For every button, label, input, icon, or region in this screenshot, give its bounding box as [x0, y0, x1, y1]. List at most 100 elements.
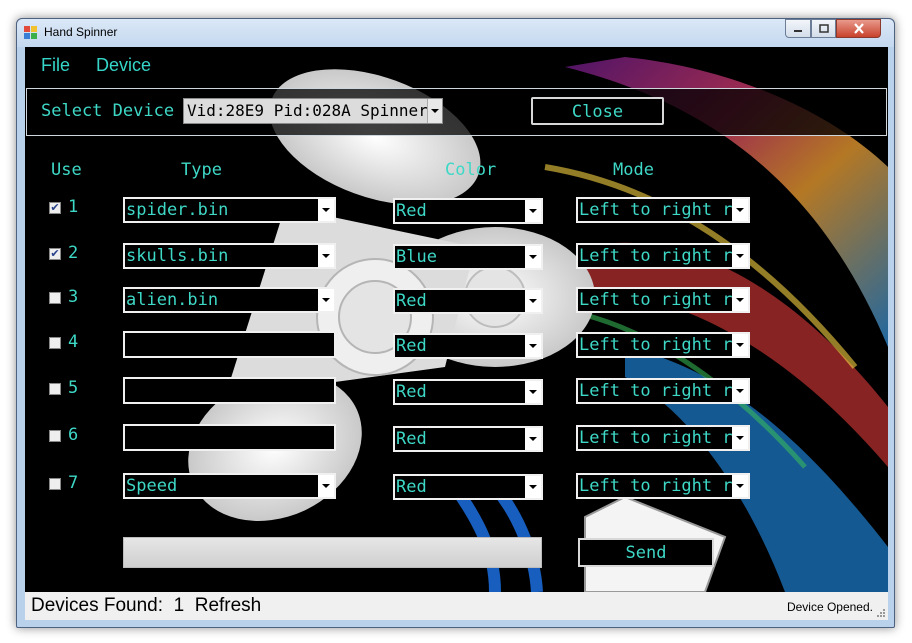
chevron-down-icon: [525, 290, 541, 312]
header-color: Color: [445, 160, 497, 180]
window-title: Hand Spinner: [44, 25, 118, 39]
type-value: alien.bin: [126, 290, 219, 310]
chevron-down-icon: [318, 289, 334, 311]
color-select[interactable]: Red: [393, 288, 543, 314]
select-device-label: Select Device: [41, 101, 175, 121]
use-checkbox[interactable]: ✔: [49, 202, 61, 214]
resize-grip-icon[interactable]: [876, 608, 886, 618]
color-value: Red: [396, 429, 427, 449]
chevron-down-icon: [525, 381, 541, 403]
mode-value: Left to right r: [579, 246, 733, 266]
type-input[interactable]: [123, 424, 336, 451]
color-select[interactable]: Red: [393, 426, 543, 452]
device-status-text: Device Opened.: [786, 600, 873, 614]
chevron-down-icon: [427, 99, 442, 123]
type-input[interactable]: [123, 331, 336, 358]
type-input[interactable]: [123, 377, 336, 404]
chevron-down-icon: [732, 245, 748, 267]
color-value: Red: [396, 201, 427, 221]
close-icon: [853, 23, 864, 34]
chevron-down-icon: [732, 427, 748, 449]
devices-found-label: Devices Found:: [31, 595, 164, 616]
color-value: Red: [396, 382, 427, 402]
type-value: skulls.bin: [126, 246, 229, 266]
use-checkbox[interactable]: [49, 292, 61, 304]
mode-select[interactable]: Left to right r: [576, 332, 750, 358]
use-checkbox[interactable]: [49, 337, 61, 349]
mode-select[interactable]: Left to right r: [576, 425, 750, 451]
type-select[interactable]: alien.bin: [123, 287, 336, 313]
color-select[interactable]: Red: [393, 474, 543, 500]
mode-value: Left to right r: [579, 381, 733, 401]
color-value: Blue: [396, 247, 437, 267]
header-mode: Mode: [613, 160, 654, 180]
row-number: 3: [68, 287, 79, 307]
row-number: 7: [68, 473, 79, 493]
row-number: 1: [68, 197, 79, 217]
app-icon: [24, 26, 38, 40]
device-select[interactable]: Vid:28E9 Pid:028A Spinner: [183, 98, 443, 124]
app-window: Hand Spinner File Device Select Device V…: [16, 18, 895, 628]
chevron-down-icon: [318, 245, 334, 267]
close-window-button[interactable]: [836, 19, 881, 38]
chevron-down-icon: [732, 334, 748, 356]
type-value: Speed: [126, 476, 178, 496]
menu-device[interactable]: Device: [96, 55, 151, 76]
type-select[interactable]: Speed: [123, 473, 336, 499]
use-checkbox[interactable]: [49, 383, 61, 395]
mode-select[interactable]: Left to right r: [576, 378, 750, 404]
minimize-icon: [794, 29, 802, 32]
chevron-down-icon: [318, 199, 334, 221]
chevron-down-icon: [525, 246, 541, 268]
type-select[interactable]: skulls.bin: [123, 243, 336, 269]
mode-value: Left to right r: [579, 476, 733, 496]
type-select[interactable]: spider.bin: [123, 197, 336, 223]
color-value: Red: [396, 336, 427, 356]
color-select[interactable]: Red: [393, 198, 543, 224]
color-value: Red: [396, 477, 427, 497]
chevron-down-icon: [732, 289, 748, 311]
minimize-button[interactable]: [785, 19, 811, 38]
mode-value: Left to right r: [579, 290, 733, 310]
title-bar[interactable]: Hand Spinner: [17, 19, 894, 47]
mode-value: Left to right r: [579, 428, 733, 448]
chevron-down-icon: [525, 476, 541, 498]
device-panel: Select Device Vid:28E9 Pid:028A Spinner …: [26, 88, 887, 136]
color-select[interactable]: Blue: [393, 244, 543, 270]
mode-value: Left to right r: [579, 200, 733, 220]
row-number: 5: [68, 378, 79, 398]
color-select[interactable]: Red: [393, 333, 543, 359]
mode-select[interactable]: Left to right r: [576, 287, 750, 313]
status-left: Devices Found: 1 Refresh: [31, 595, 261, 617]
mode-select[interactable]: Left to right r: [576, 473, 750, 499]
row-number: 6: [68, 425, 79, 445]
row-number: 4: [68, 332, 79, 352]
mode-value: Left to right r: [579, 335, 733, 355]
color-value: Red: [396, 291, 427, 311]
chevron-down-icon: [732, 199, 748, 221]
refresh-link[interactable]: Refresh: [195, 595, 262, 616]
mode-select[interactable]: Left to right r: [576, 197, 750, 223]
header-use: Use: [51, 160, 82, 180]
maximize-button[interactable]: [811, 19, 836, 38]
devices-found-count: 1: [173, 595, 185, 616]
color-select[interactable]: Red: [393, 379, 543, 405]
send-button[interactable]: Send: [578, 538, 714, 567]
close-device-button[interactable]: Close: [531, 97, 664, 125]
type-value: spider.bin: [126, 200, 229, 220]
use-checkbox[interactable]: ✔: [49, 248, 61, 260]
mode-select[interactable]: Left to right r: [576, 243, 750, 269]
menu-file[interactable]: File: [41, 55, 70, 76]
status-bar: Devices Found: 1 Refresh Device Opened.: [25, 592, 888, 620]
chevron-down-icon: [318, 475, 334, 497]
chevron-down-icon: [732, 380, 748, 402]
client-area: File Device Select Device Vid:28E9 Pid:0…: [25, 47, 888, 620]
header-type: Type: [181, 160, 222, 180]
chevron-down-icon: [525, 428, 541, 450]
progress-bar: [123, 537, 542, 568]
chevron-down-icon: [732, 475, 748, 497]
use-checkbox[interactable]: [49, 430, 61, 442]
chevron-down-icon: [525, 200, 541, 222]
use-checkbox[interactable]: [49, 478, 61, 490]
chevron-down-icon: [525, 335, 541, 357]
